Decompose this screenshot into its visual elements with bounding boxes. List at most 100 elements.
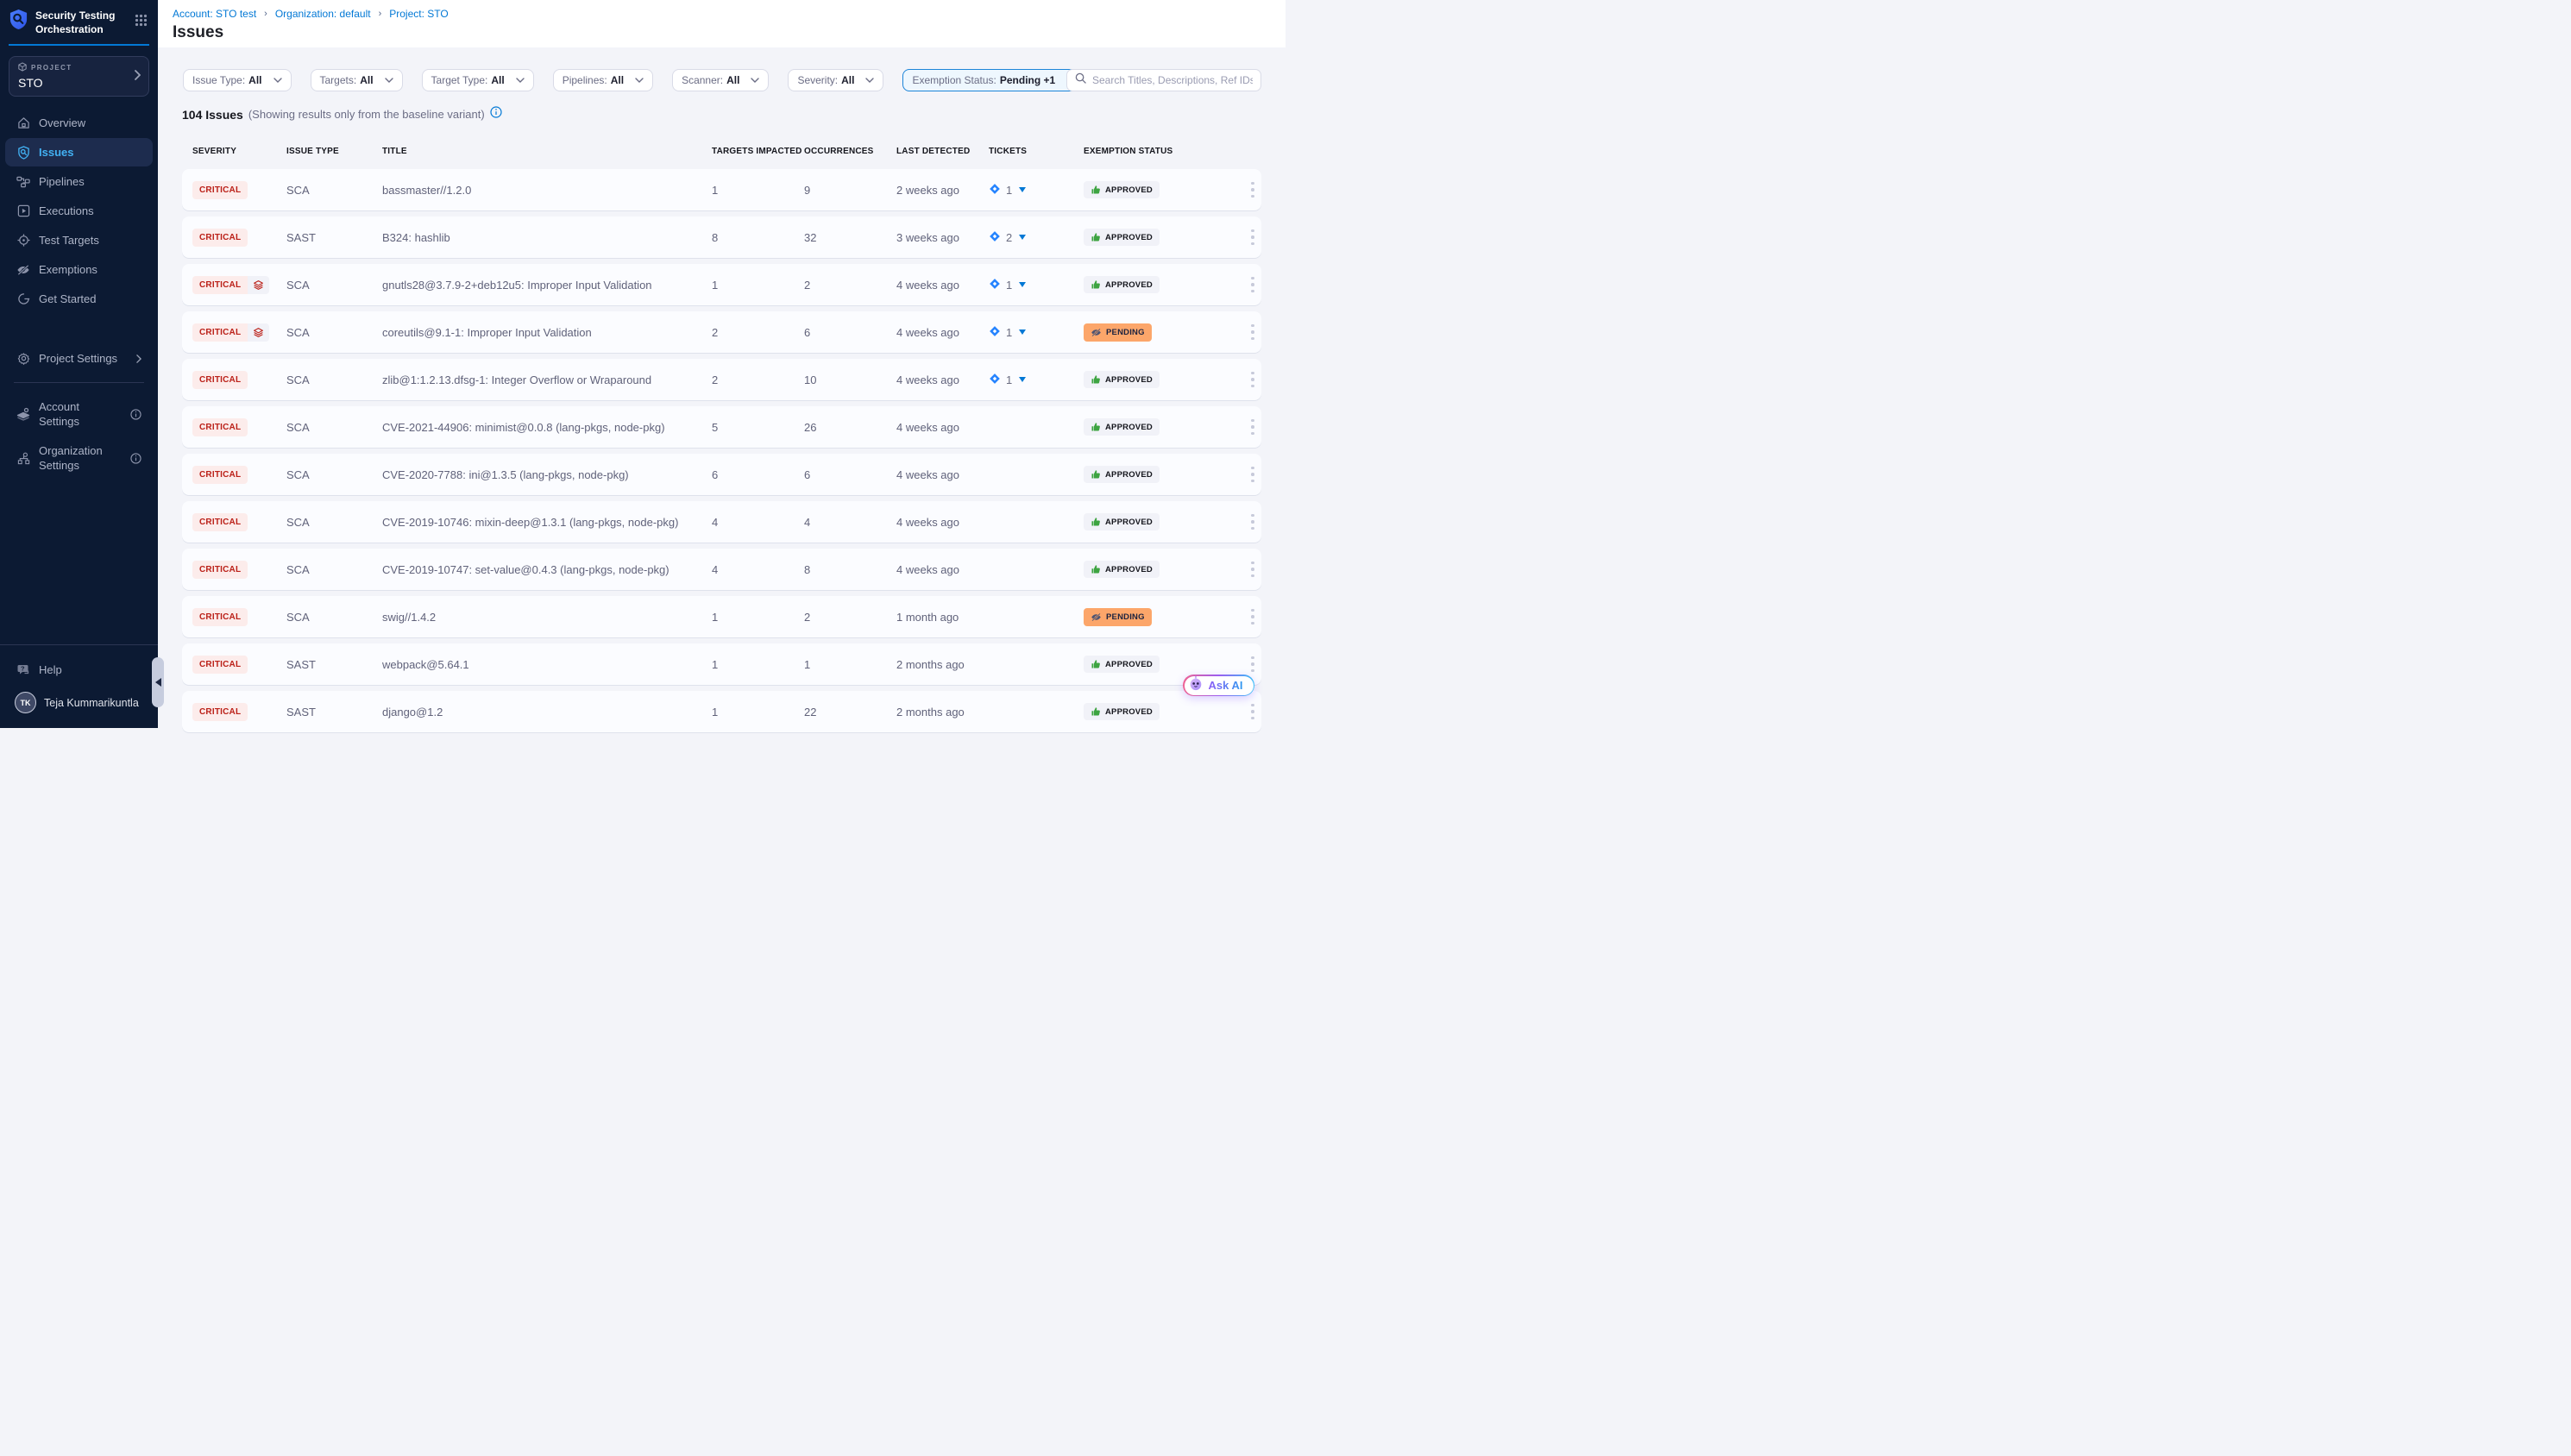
app-switcher-grid-icon[interactable] bbox=[135, 9, 148, 31]
sidebar-item-issues[interactable]: Issues bbox=[5, 138, 153, 166]
table-row[interactable]: CRITICAL SCA CVE-2020-7788: ini@1.3.5 (l… bbox=[182, 454, 1261, 495]
row-menu-button[interactable] bbox=[1248, 558, 1258, 581]
row-menu-button[interactable] bbox=[1248, 511, 1258, 534]
breadcrumb-separator: › bbox=[379, 9, 382, 19]
ask-ai-button[interactable]: Ask AI bbox=[1183, 675, 1254, 696]
row-menu-button[interactable] bbox=[1248, 606, 1258, 629]
exemption-status-badge: PENDING bbox=[1084, 608, 1152, 626]
row-menu-button[interactable] bbox=[1248, 416, 1258, 439]
caret-down-icon bbox=[1019, 329, 1026, 335]
table-row[interactable]: CRITICAL SAST webpack@5.64.1 1 1 2 month… bbox=[182, 643, 1261, 685]
tickets-cell[interactable]: 1 bbox=[989, 325, 1084, 340]
table-row[interactable]: CRITICAL SCA CVE-2021-44906: minimist@0.… bbox=[182, 406, 1261, 448]
row-menu-button[interactable] bbox=[1248, 463, 1258, 486]
row-menu-button[interactable] bbox=[1248, 700, 1258, 724]
table-row[interactable]: CRITICAL SCA gnutls28@3.7.9-2+deb12u5: I… bbox=[182, 264, 1261, 305]
severity-badge: CRITICAL bbox=[192, 181, 248, 199]
search-input[interactable] bbox=[1092, 74, 1253, 86]
table-row[interactable]: CRITICAL SCA coreutils@9.1-1: Improper I… bbox=[182, 311, 1261, 353]
filter-target-type[interactable]: Target Type:All bbox=[422, 69, 534, 91]
tickets-cell[interactable]: 1 bbox=[989, 278, 1084, 292]
sidebar-item-account-settings[interactable]: Account Settings bbox=[5, 392, 153, 436]
table-row[interactable]: CRITICAL SCA swig//1.4.2 1 2 1 month ago bbox=[182, 596, 1261, 637]
breadcrumb-link[interactable]: Project: STO bbox=[389, 8, 448, 20]
occurrences: 1 bbox=[804, 658, 896, 671]
sidebar-divider bbox=[14, 382, 144, 383]
sidebar-item-test-targets[interactable]: Test Targets bbox=[5, 226, 153, 254]
tickets-cell[interactable]: 1 bbox=[989, 183, 1084, 198]
tickets-cell[interactable]: 1 bbox=[989, 373, 1084, 387]
sidebar-item-exemptions[interactable]: Exemptions bbox=[5, 255, 153, 284]
filter-scanner[interactable]: Scanner:All bbox=[672, 69, 769, 91]
row-menu-button[interactable] bbox=[1248, 368, 1258, 392]
issue-type: SCA bbox=[286, 611, 382, 624]
thumbs-up-icon bbox=[1091, 232, 1101, 242]
sidebar-item-executions[interactable]: Executions bbox=[5, 197, 153, 225]
targets-impacted: 1 bbox=[712, 279, 804, 292]
row-menu-button[interactable] bbox=[1248, 273, 1258, 297]
thumbs-up-icon bbox=[1091, 469, 1101, 480]
filter-pipelines[interactable]: Pipelines:All bbox=[553, 69, 653, 91]
row-menu-button[interactable] bbox=[1248, 653, 1258, 676]
last-detected: 4 weeks ago bbox=[896, 279, 989, 292]
occurrences: 4 bbox=[804, 516, 896, 529]
issue-title: coreutils@9.1-1: Improper Input Validati… bbox=[382, 326, 712, 339]
issue-type: SAST bbox=[286, 706, 382, 719]
project-selector[interactable]: PROJECT STO bbox=[9, 56, 149, 97]
exemption-status-badge: APPROVED bbox=[1084, 466, 1160, 483]
table-row[interactable]: CRITICAL SCA CVE-2019-10747: set-value@0… bbox=[182, 549, 1261, 590]
column-header: LAST DETECTED bbox=[896, 147, 989, 156]
filter-targets[interactable]: Targets:All bbox=[311, 69, 403, 91]
filters-row: Issue Type:All Targets:All Target Type:A… bbox=[183, 69, 1084, 91]
info-icon[interactable] bbox=[490, 106, 502, 122]
issues-count-line: 104 Issues (Showing results only from th… bbox=[182, 106, 502, 122]
thumbs-up-icon bbox=[1091, 279, 1101, 290]
severity-badge: CRITICAL bbox=[192, 608, 248, 626]
eye-off-icon bbox=[1091, 327, 1102, 338]
filter-issue-type[interactable]: Issue Type:All bbox=[183, 69, 292, 91]
issue-type: SCA bbox=[286, 184, 382, 197]
last-detected: 4 weeks ago bbox=[896, 421, 989, 434]
pipeline-icon bbox=[16, 175, 30, 189]
exemption-status-badge: APPROVED bbox=[1084, 418, 1160, 436]
row-menu-button[interactable] bbox=[1248, 226, 1258, 249]
sidebar-collapse-handle[interactable] bbox=[152, 657, 164, 707]
table-header-row: SEVERITYISSUE TYPETITLETARGETS IMPACTEDO… bbox=[182, 147, 1261, 156]
targets-impacted: 5 bbox=[712, 421, 804, 434]
user-profile[interactable]: TK Teja Kummarikuntla bbox=[5, 684, 153, 721]
breadcrumb-link[interactable]: Account: STO test bbox=[173, 8, 256, 20]
severity-badge: CRITICAL bbox=[192, 561, 248, 579]
issue-type: SCA bbox=[286, 516, 382, 529]
table-row[interactable]: CRITICAL SCA zlib@1:1.2.13.dfsg-1: Integ… bbox=[182, 359, 1261, 400]
occurrences: 32 bbox=[804, 231, 896, 244]
breadcrumb-link[interactable]: Organization: default bbox=[275, 8, 371, 20]
help-button[interactable]: ? Help bbox=[5, 656, 153, 684]
page-header: Account: STO test›Organization: default›… bbox=[158, 0, 1286, 47]
table-row[interactable]: CRITICAL SCA CVE-2019-10746: mixin-deep@… bbox=[182, 501, 1261, 543]
info-icon[interactable] bbox=[130, 453, 141, 464]
info-icon[interactable] bbox=[130, 409, 141, 420]
filter-exemption-status[interactable]: Exemption Status:Pending +1 bbox=[902, 69, 1084, 91]
issue-type: SCA bbox=[286, 373, 382, 386]
eye-off-icon bbox=[1091, 612, 1102, 623]
table-row[interactable]: CRITICAL SAST django@1.2 1 22 2 months a… bbox=[182, 691, 1261, 732]
exemption-status-badge: PENDING bbox=[1084, 323, 1152, 342]
table-row[interactable]: CRITICAL SAST B324: hashlib 8 32 3 weeks… bbox=[182, 217, 1261, 258]
severity-badge: CRITICAL bbox=[192, 513, 248, 531]
issue-type: SCA bbox=[286, 279, 382, 292]
table-row[interactable]: CRITICAL SCA bassmaster//1.2.0 1 9 2 wee… bbox=[182, 169, 1261, 210]
row-menu-button[interactable] bbox=[1248, 321, 1258, 344]
sidebar-item-get-started[interactable]: Get Started bbox=[5, 285, 153, 313]
sidebar-item-pipelines[interactable]: Pipelines bbox=[5, 167, 153, 196]
chevron-down-icon bbox=[273, 78, 282, 83]
occurrences: 6 bbox=[804, 326, 896, 339]
sidebar-item-organization-settings[interactable]: Organization Settings bbox=[5, 436, 153, 480]
severity-badge: CRITICAL bbox=[192, 229, 248, 247]
filter-severity[interactable]: Severity:All bbox=[788, 69, 883, 91]
sidebar-item-overview[interactable]: Overview bbox=[5, 109, 153, 137]
help-label: Help bbox=[39, 662, 62, 677]
tickets-cell[interactable]: 2 bbox=[989, 230, 1084, 245]
last-detected: 4 weeks ago bbox=[896, 468, 989, 481]
row-menu-button[interactable] bbox=[1248, 179, 1258, 202]
sidebar-item-project-settings[interactable]: Project Settings bbox=[5, 344, 153, 373]
